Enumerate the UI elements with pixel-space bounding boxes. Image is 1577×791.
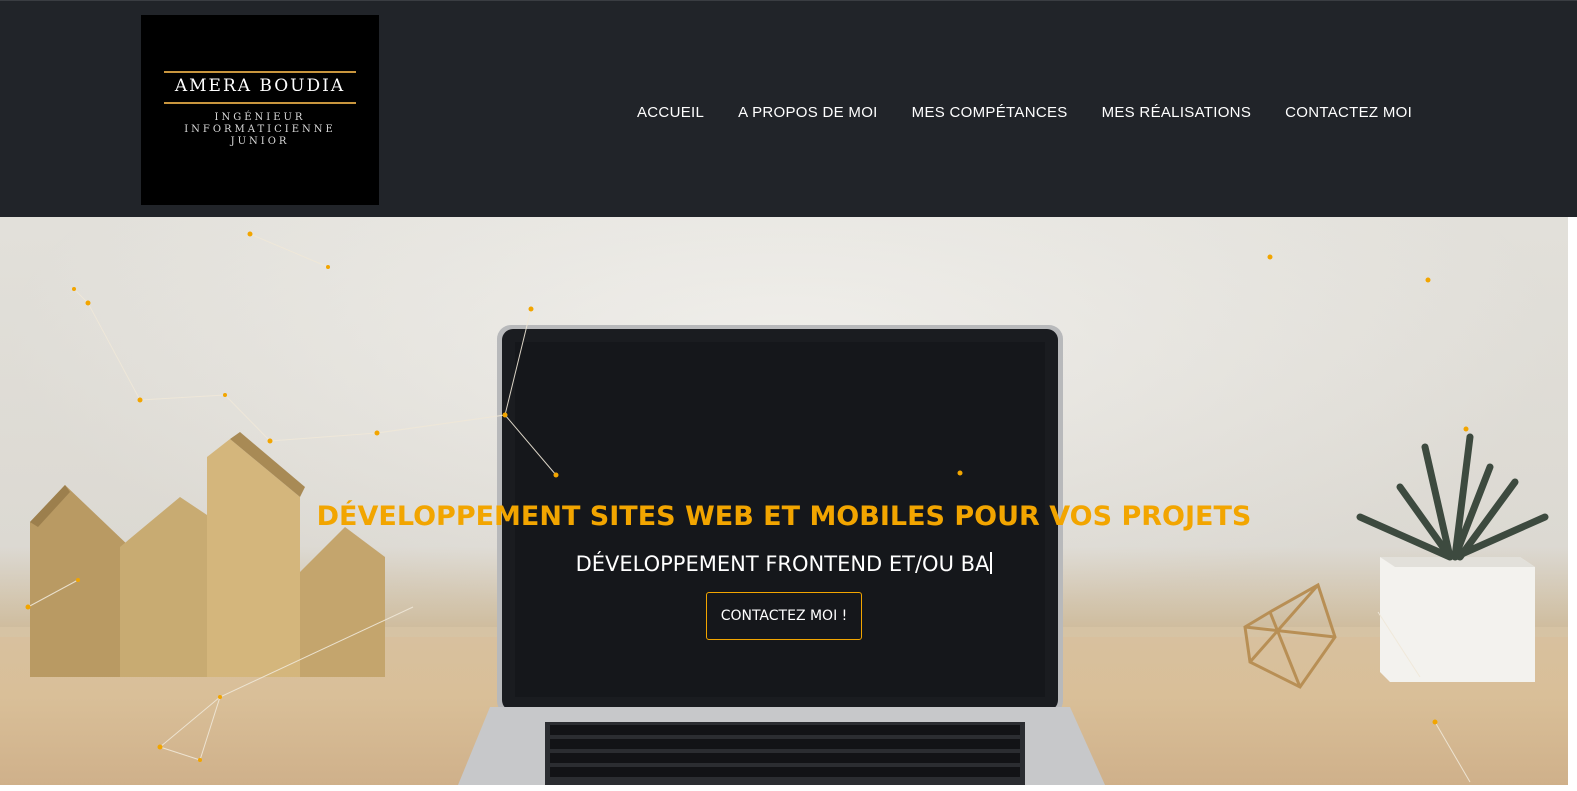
logo-rule-top: [164, 71, 356, 73]
hero-section: DÉVELOPPEMENT SITES WEB ET MOBILES POUR …: [0, 217, 1568, 785]
nav-item-competances[interactable]: MES COMPÉTANCES: [895, 102, 1085, 124]
logo-subtitle-line2: INFORMATICIENNE: [184, 124, 336, 135]
page-edge-bottom: [0, 785, 1577, 791]
main-nav: ACCUEIL A PROPOS DE MOI MES COMPÉTANCES …: [620, 102, 1429, 124]
hero-typed-subtitle: DÉVELOPPEMENT FRONTEND ET/OU BA: [0, 552, 1568, 576]
typed-text: DÉVELOPPEMENT FRONTEND ET/OU BA: [575, 552, 990, 576]
contact-me-button[interactable]: CONTACTEZ MOI !: [706, 592, 862, 640]
logo-name: AMERA BOUDIA: [174, 76, 346, 96]
nav-item-a-propos[interactable]: A PROPOS DE MOI: [721, 102, 895, 124]
logo-subtitle-line1: INGÉNIEUR: [214, 112, 306, 123]
page-edge-right: [1568, 217, 1577, 791]
logo-rule-bottom: [164, 102, 356, 104]
brass-geometric-ornament: [1243, 582, 1337, 689]
nav-item-realisations[interactable]: MES RÉALISATIONS: [1085, 102, 1269, 124]
nav-item-contact[interactable]: CONTACTEZ MOI: [1268, 102, 1429, 124]
logo[interactable]: AMERA BOUDIA INGÉNIEUR INFORMATICIENNE J…: [141, 15, 379, 205]
logo-subtitle-line3: JUNIOR: [230, 136, 290, 147]
site-header: AMERA BOUDIA INGÉNIEUR INFORMATICIENNE J…: [0, 0, 1577, 217]
hero-headline: DÉVELOPPEMENT SITES WEB ET MOBILES POUR …: [316, 501, 1252, 532]
nav-item-accueil[interactable]: ACCUEIL: [620, 102, 721, 124]
typing-cursor: [990, 552, 993, 574]
